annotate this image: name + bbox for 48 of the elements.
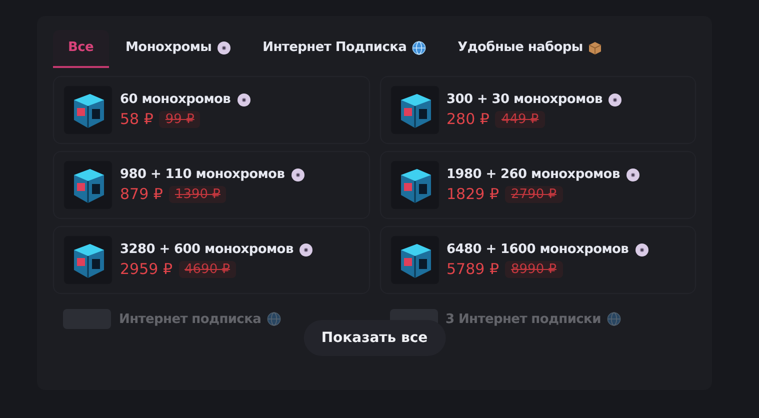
product-price: 1829 ₽ [446,185,499,203]
globe-icon [267,312,282,326]
category-tab[interactable]: Монохромы [110,30,246,68]
category-tab[interactable]: Интернет Подписка [248,30,441,68]
disc-icon [626,168,640,182]
product-price: 58 ₽ [120,110,154,128]
product-card[interactable]: 3280 + 600 монохромов 2959 ₽ 4690 ₽ [53,226,370,294]
old-price: 2790 ₽ [505,186,562,202]
cube-drawing [390,86,438,134]
product-title: 1980 + 260 монохромов [446,167,620,182]
old-price: 8990 ₽ [505,260,562,278]
product-title: 60 монохромов [120,92,231,107]
product-card[interactable]: 60 монохромов 58 ₽ 99 ₽ [53,76,370,144]
cube-drawing [64,236,112,284]
old-price: 1390 ₽ [168,186,226,202]
package-icon [588,40,602,54]
product-title: 300 + 30 монохромов [446,92,602,107]
old-price: 99 ₽ [159,110,200,128]
product-title: 3280 + 600 монохромов [120,242,294,257]
old-price: 449 ₽ [495,110,545,128]
cube-drawing [390,161,438,209]
disc-icon [299,242,314,256]
old-price: 4690 ₽ [178,260,236,278]
cube-drawing [64,86,112,134]
product-card[interactable]: 6480 + 1600 монохромов 5789 ₽ 8990 ₽ [380,226,696,294]
product-card[interactable]: 980 + 110 монохромов 879 ₽ 1390 ₽ [53,151,370,219]
show-all-button[interactable]: Показать все [303,320,446,356]
product-price: 879 ₽ [120,185,163,203]
cube-drawing [390,236,438,284]
disc-icon [290,168,305,182]
globe-icon [412,40,426,54]
product-title: 980 + 110 монохромов [120,167,285,182]
disc-icon [236,92,251,106]
category-tab[interactable]: Удобные наборы [442,30,617,68]
product-title: Интернет подписка [119,312,262,326]
disc-icon [216,40,231,54]
product-price: 280 ₽ [446,110,490,128]
disc-icon [634,242,649,256]
category-tab[interactable]: Все [53,30,109,68]
product-price: 5789 ₽ [446,260,499,278]
disc-icon [608,92,622,106]
product-title: 6480 + 1600 монохромов [446,242,629,257]
globe-icon [606,312,621,326]
product-price: 2959 ₽ [120,260,172,278]
cube-drawing [64,161,112,209]
product-title: 3 Интернет подписки [446,312,601,326]
product-card[interactable]: 300 + 30 монохромов 280 ₽ 449 ₽ [380,76,696,144]
product-card[interactable]: 1980 + 260 монохромов 1829 ₽ 2790 ₽ [380,151,696,219]
